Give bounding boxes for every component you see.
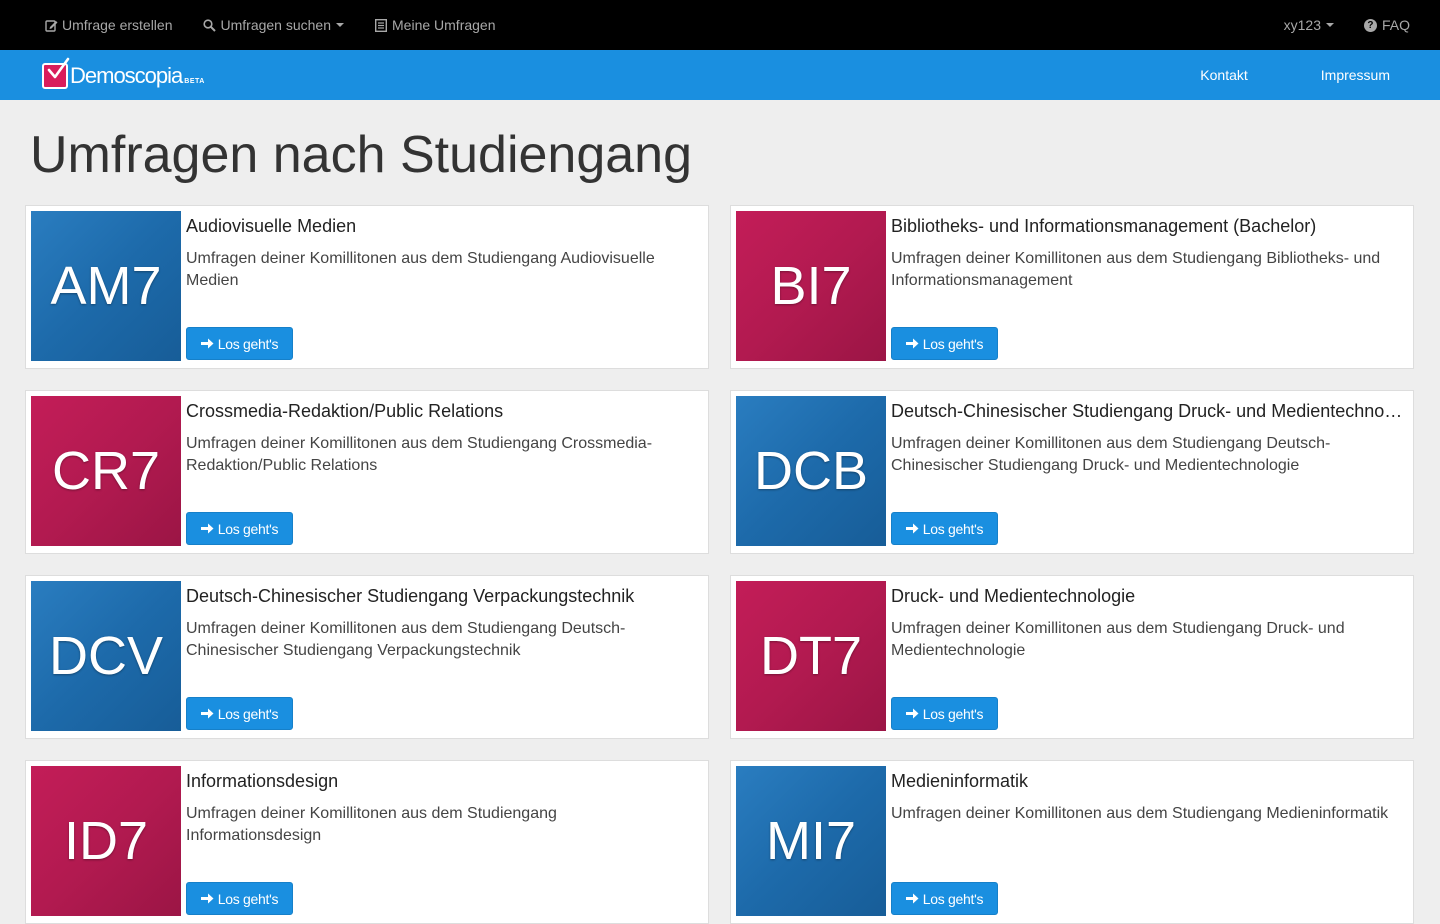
lets-go-label: Los geht's (217, 520, 279, 537)
lets-go-button[interactable]: Los geht's (186, 327, 293, 360)
create-survey-label: Umfrage erstellen (62, 17, 173, 33)
caret-down-icon (336, 23, 345, 27)
lets-go-button[interactable]: Los geht's (186, 882, 293, 915)
lets-go-button[interactable]: Los geht's (186, 512, 293, 545)
lets-go-label: Los geht's (922, 335, 984, 352)
faq-label: FAQ (1381, 17, 1410, 33)
course-code-tile: MI7 (736, 766, 886, 916)
search-icon (203, 18, 217, 32)
course-card: DCB Deutsch-Chinesischer Studiengang Dru… (730, 390, 1414, 554)
caret-down-icon (1325, 23, 1334, 27)
brand-bar: Demoscopia BETA Kontakt Impressum (0, 50, 1440, 100)
course-code-tile: CR7 (31, 396, 181, 546)
brand-name: Demoscopia (70, 63, 183, 88)
imprint-link[interactable]: Impressum (1321, 67, 1390, 83)
lets-go-label: Los geht's (922, 890, 984, 907)
username-label: xy123 (1283, 17, 1321, 33)
course-title: Crossmedia-Redaktion/Public Relations (186, 401, 504, 421)
course-title: Informationsdesign (186, 771, 339, 791)
course-card: ID7 Informationsdesign Umfragen deiner K… (25, 760, 709, 924)
course-description: Umfragen deiner Komillitonen aus dem Stu… (891, 805, 1389, 822)
course-code-tile: DT7 (736, 581, 886, 731)
brand-logo-link[interactable]: Demoscopia BETA (42, 57, 205, 91)
faq-link[interactable]: ? FAQ (1363, 17, 1410, 33)
lets-go-button[interactable]: Los geht's (891, 697, 998, 730)
list-icon (374, 18, 388, 32)
course-description: Umfragen deiner Komillitonen aus dem Stu… (891, 250, 1381, 289)
page-title: Umfragen nach Studiengang (30, 126, 693, 184)
checkmark-logo-icon (42, 57, 70, 89)
lets-go-button[interactable]: Los geht's (891, 327, 998, 360)
course-card: BI7 Bibliotheks- und Informationsmanagem… (730, 205, 1414, 369)
lets-go-label: Los geht's (922, 705, 984, 722)
course-card: MI7 Medieninformatik Umfragen deiner Kom… (730, 760, 1414, 924)
top-nav-right: xy123 ? FAQ (1284, 0, 1410, 50)
course-description: Umfragen deiner Komillitonen aus dem Stu… (186, 805, 557, 844)
arrow-right-icon (905, 893, 919, 904)
course-title: Druck- und Medientechnologie (891, 586, 1136, 606)
course-code-tile: DCV (31, 581, 181, 731)
top-nav-left: Umfrage erstellen Umfragen suchen Meine … (44, 0, 496, 50)
course-description: Umfragen deiner Komillitonen aus dem Stu… (891, 620, 1345, 659)
my-surveys-link[interactable]: Meine Umfragen (374, 17, 496, 33)
lets-go-label: Los geht's (217, 705, 279, 722)
course-code-tile: AM7 (31, 211, 181, 361)
course-title: Deutsch-Chinesischer Studiengang Verpack… (186, 586, 635, 606)
create-survey-link[interactable]: Umfrage erstellen (44, 17, 173, 33)
course-card: DCV Deutsch-Chinesischer Studiengang Ver… (25, 575, 709, 739)
lets-go-label: Los geht's (217, 335, 279, 352)
beta-badge: BETA (184, 77, 205, 85)
search-surveys-dropdown[interactable]: Umfragen suchen (203, 17, 345, 33)
course-card: CR7 Crossmedia-Redaktion/Public Relation… (25, 390, 709, 554)
arrow-right-icon (905, 338, 919, 349)
course-description: Umfragen deiner Komillitonen aus dem Stu… (186, 620, 626, 659)
course-description: Umfragen deiner Komillitonen aus dem Stu… (891, 435, 1331, 474)
course-card: AM7 Audiovisuelle Medien Umfragen deiner… (25, 205, 709, 369)
arrow-right-icon (200, 523, 214, 534)
lets-go-button[interactable]: Los geht's (891, 882, 998, 915)
brand-bar-links: Kontakt Impressum (1200, 50, 1390, 100)
question-circle-icon: ? (1363, 18, 1377, 32)
course-description: Umfragen deiner Komillitonen aus dem Stu… (186, 435, 653, 474)
course-description: Umfragen deiner Komillitonen aus dem Stu… (186, 250, 655, 289)
top-navbar: Umfrage erstellen Umfragen suchen Meine … (0, 0, 1440, 50)
course-title: Audiovisuelle Medien (186, 216, 357, 236)
arrow-right-icon (905, 708, 919, 719)
course-code-tile: DCB (736, 396, 886, 546)
course-title: Deutsch-Chinesischer Studiengang Druck- … (891, 401, 1405, 421)
lets-go-label: Los geht's (217, 890, 279, 907)
course-code-tile: ID7 (31, 766, 181, 916)
lets-go-label: Los geht's (922, 520, 984, 537)
my-surveys-label: Meine Umfragen (392, 17, 496, 33)
lets-go-button[interactable]: Los geht's (891, 512, 998, 545)
course-card: DT7 Druck- und Medientechnologie Umfrage… (730, 575, 1414, 739)
user-menu-dropdown[interactable]: xy123 (1284, 17, 1334, 33)
contact-link[interactable]: Kontakt (1200, 67, 1247, 83)
course-title: Medieninformatik (891, 771, 1029, 791)
arrow-right-icon (200, 708, 214, 719)
lets-go-button[interactable]: Los geht's (186, 697, 293, 730)
search-surveys-label: Umfragen suchen (220, 17, 332, 33)
edit-icon (44, 18, 58, 32)
course-code-tile: BI7 (736, 211, 886, 361)
course-title: Bibliotheks- und Informationsmanagement … (891, 216, 1317, 236)
arrow-right-icon (200, 893, 214, 904)
arrow-right-icon (200, 338, 214, 349)
arrow-right-icon (905, 523, 919, 534)
